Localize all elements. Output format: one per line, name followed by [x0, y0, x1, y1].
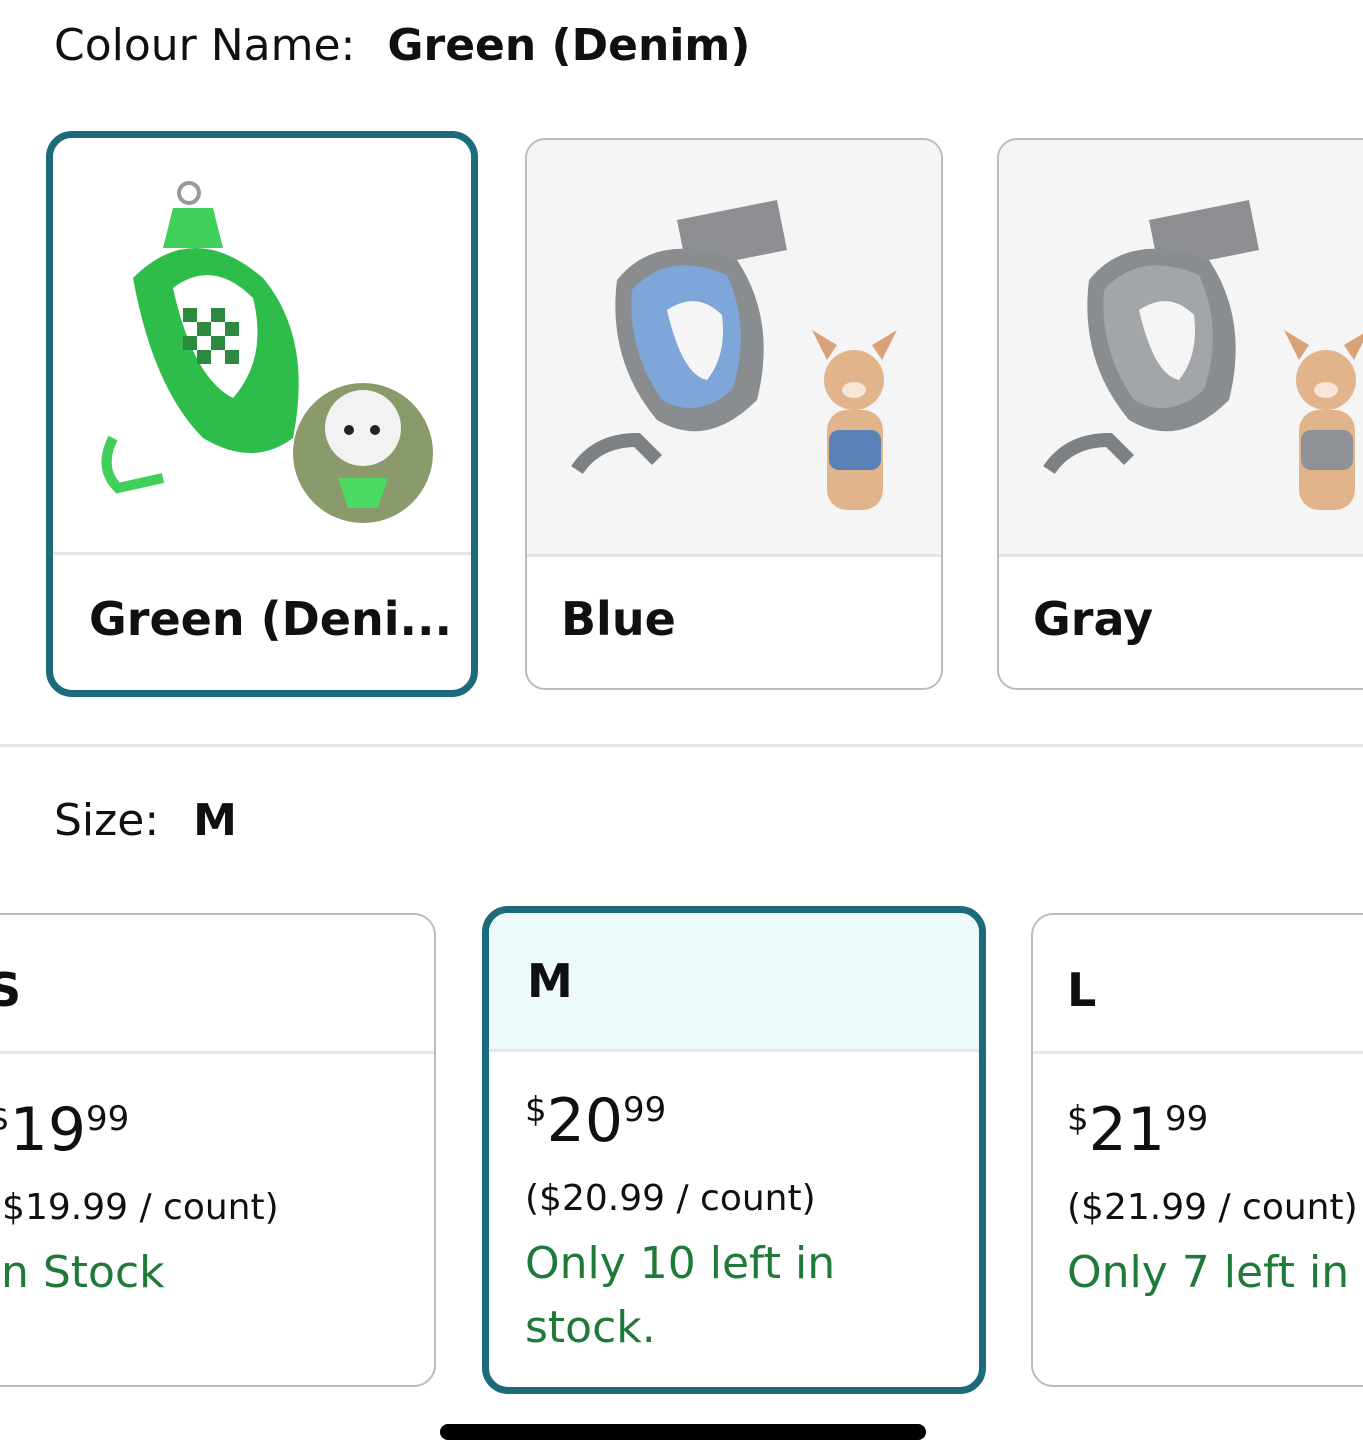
colour-selected-value: Green (Denim)	[387, 20, 751, 71]
size-option-label: M	[527, 954, 573, 1008]
green-harness-illustration	[101, 181, 433, 523]
colour-option-label: Gray	[1033, 592, 1154, 646]
colour-option-label: Blue	[561, 592, 676, 646]
size-card-header: L	[1033, 915, 1363, 1051]
colour-option-label: Green (Deni...	[89, 592, 452, 646]
price-currency: $	[1067, 1099, 1089, 1139]
size-price: $2199	[1067, 1095, 1208, 1165]
blue-harness-illustration	[571, 200, 897, 510]
size-price: $1999	[0, 1095, 129, 1165]
swatch-divider	[527, 554, 941, 557]
price-currency: $	[0, 1099, 10, 1139]
gray-harness-illustration	[1043, 200, 1363, 510]
swatch-divider	[53, 552, 471, 555]
size-card-header: M	[489, 913, 979, 1050]
unit-price: ($21.99 / count)	[1067, 1187, 1358, 1228]
swatch-divider	[999, 554, 1363, 557]
size-card-header: S	[0, 915, 434, 1051]
section-divider	[0, 744, 1363, 747]
colour-option-blue[interactable]: Blue	[525, 138, 943, 690]
price-cents: 99	[1165, 1099, 1209, 1139]
size-card-divider	[489, 1049, 979, 1052]
stock-status: Only 10 left in stock.	[525, 1238, 836, 1353]
price-whole: 20	[546, 1086, 623, 1156]
price-cents: 99	[86, 1099, 130, 1139]
stock-status: Only 7 left in stock.	[1067, 1247, 1363, 1298]
price-whole: 21	[1088, 1095, 1165, 1165]
size-price: $2099	[525, 1086, 666, 1156]
stock-status: In Stock	[0, 1247, 165, 1298]
unit-price: ($20.99 / count)	[525, 1178, 816, 1219]
price-cents: 99	[623, 1090, 667, 1130]
size-label: Size: M	[54, 795, 237, 846]
product-image-green-harness	[53, 138, 471, 552]
product-image-gray-harness	[999, 140, 1363, 554]
size-card-divider	[1033, 1051, 1363, 1054]
home-indicator[interactable]	[440, 1424, 926, 1440]
size-selected-value: M	[193, 795, 237, 846]
price-whole: 19	[9, 1095, 86, 1165]
colour-option-green[interactable]: Green (Deni...	[46, 131, 478, 697]
colour-name-label: Colour Name: Green (Denim)	[54, 20, 750, 71]
size-option-l[interactable]: L $2199 ($21.99 / count) Only 7 left in …	[1031, 913, 1363, 1387]
price-currency: $	[525, 1090, 547, 1130]
unit-price: ($19.99 / count)	[0, 1187, 279, 1228]
size-card-divider	[0, 1051, 434, 1054]
size-label-text: Size:	[54, 795, 160, 846]
chihuahua-figure	[1284, 330, 1363, 510]
colour-option-gray[interactable]: Gray	[997, 138, 1363, 690]
size-option-label: L	[1067, 963, 1097, 1017]
size-option-s[interactable]: S $1999 ($19.99 / count) In Stock	[0, 913, 436, 1387]
chihuahua-figure	[812, 330, 897, 510]
size-option-m[interactable]: M $2099 ($20.99 / count) Only 10 left in…	[482, 906, 986, 1394]
colour-label-text: Colour Name:	[54, 20, 356, 71]
size-option-label: S	[0, 963, 21, 1017]
product-image-blue-harness	[527, 140, 941, 554]
